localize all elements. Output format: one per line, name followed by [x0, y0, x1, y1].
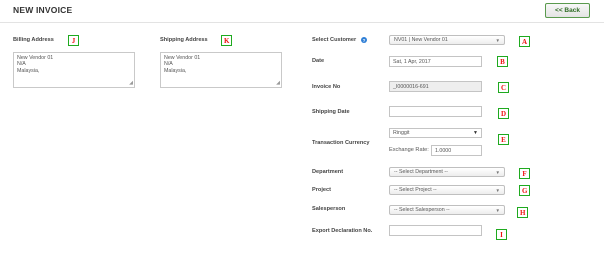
- salesperson-select[interactable]: -- Select Salesperson -- ▼: [389, 205, 505, 215]
- chevron-down-icon: ▼: [495, 208, 500, 213]
- annotation-tag-d: D: [498, 108, 510, 119]
- exchange-rate-label: Exchange Rate:: [389, 147, 429, 153]
- shipping-date-label: Shipping Date: [312, 109, 350, 115]
- salesperson-label: Salesperson: [312, 206, 346, 212]
- annotation-tag-h: H: [517, 207, 529, 218]
- annotation-tag-k: K: [221, 35, 233, 46]
- salesperson-value: -- Select Salesperson --: [394, 207, 450, 213]
- billing-address-field[interactable]: New Vendor 01 N/A Malaysia, ◢: [13, 52, 135, 88]
- billing-line-3: Malaysia,: [17, 67, 40, 74]
- project-select[interactable]: -- Select Project -- ▼: [389, 185, 505, 195]
- annotation-tag-g: G: [519, 185, 531, 196]
- question-circle-icon[interactable]: ?: [361, 37, 367, 43]
- invoice-no-label: Invoice No: [312, 84, 341, 90]
- invoice-no-field: _I0000016-691: [389, 81, 482, 92]
- date-label: Date: [312, 58, 325, 64]
- resize-grip-icon[interactable]: ◢: [276, 80, 280, 86]
- resize-grip-icon[interactable]: ◢: [129, 80, 133, 86]
- shipping-address-field[interactable]: New Vendor 01 N/A Malaysia, ◢: [160, 52, 282, 88]
- exchange-rate-field[interactable]: 1.0000: [431, 145, 482, 156]
- currency-label: Transaction Currency: [312, 140, 370, 146]
- date-field[interactable]: Sat, 1 Apr, 2017: [389, 56, 482, 67]
- annotation-tag-c: C: [498, 82, 510, 93]
- department-label: Department: [312, 169, 344, 175]
- annotation-tag-i: I: [496, 229, 507, 240]
- customer-select[interactable]: NV01 | New Vendor 01 ▼: [389, 35, 505, 45]
- customer-label: Select Customer: [312, 37, 357, 43]
- currency-select[interactable]: Ringgit ▼: [389, 128, 482, 138]
- chevron-down-icon: ▼: [495, 38, 500, 43]
- chevron-down-icon: ▼: [473, 130, 478, 136]
- shipping-date-field[interactable]: [389, 106, 482, 117]
- shipping-address-label: Shipping Address: [160, 37, 208, 43]
- shipping-line-3: Malaysia,: [164, 67, 187, 74]
- export-declaration-field[interactable]: [389, 225, 482, 236]
- annotation-tag-f: F: [519, 168, 530, 179]
- export-declaration-label: Export Declaration No.: [312, 228, 373, 234]
- customer-value: NV01 | New Vendor 01: [394, 37, 448, 43]
- annotation-tag-j: J: [68, 35, 79, 46]
- project-value: -- Select Project --: [394, 187, 437, 193]
- annotation-tag-e: E: [498, 134, 509, 145]
- page-header: NEW INVOICE << Back: [0, 0, 604, 23]
- annotation-tag-a: A: [519, 36, 531, 47]
- chevron-down-icon: ▼: [495, 188, 500, 193]
- back-button[interactable]: << Back: [545, 3, 590, 18]
- department-value: -- Select Department --: [394, 169, 448, 175]
- billing-address-label: Billing Address: [13, 37, 54, 43]
- page-title: NEW INVOICE: [13, 5, 73, 15]
- department-select[interactable]: -- Select Department -- ▼: [389, 167, 505, 177]
- annotation-tag-b: B: [497, 56, 508, 67]
- currency-value: Ringgit: [393, 130, 410, 136]
- chevron-down-icon: ▼: [495, 170, 500, 175]
- project-label: Project: [312, 187, 331, 193]
